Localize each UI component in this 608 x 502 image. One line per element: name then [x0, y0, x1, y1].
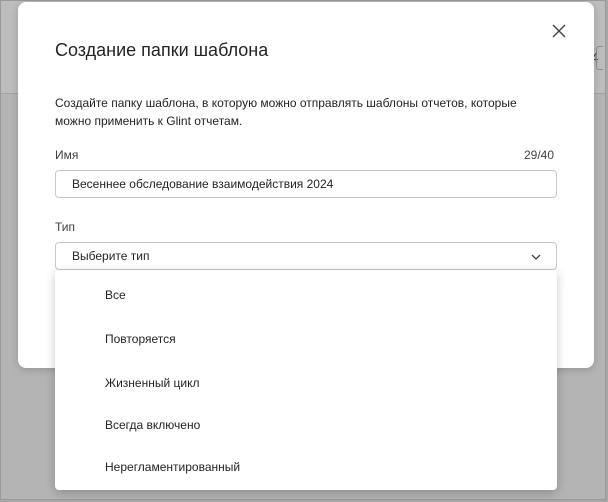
type-select-value: Выберите тип [72, 249, 150, 263]
type-option-all[interactable]: Все [105, 288, 126, 302]
background-button [596, 46, 603, 70]
name-input[interactable]: Весеннее обследование взаимодействия 202… [55, 170, 557, 198]
type-option-lifecycle[interactable]: Жизненный цикл [105, 376, 199, 390]
type-select[interactable]: Выберите тип [55, 242, 557, 270]
type-dropdown-list: Все Повторяется Жизненный цикл Всегда вк… [55, 270, 557, 490]
type-option-ad-hoc[interactable]: Нерегламентированный [105, 460, 240, 474]
type-option-recurring[interactable]: Повторяется [105, 332, 176, 346]
dialog-title: Создание папки шаблона [55, 40, 269, 60]
name-character-counter: 29/40 [524, 148, 555, 162]
name-input-value: Весеннее обследование взаимодействия 202… [72, 177, 334, 191]
dialog-description: Создайте папку шаблона, в которую можно … [55, 96, 517, 128]
type-label: Тип [55, 220, 76, 234]
chevron-down-icon [531, 254, 541, 260]
name-label: Имя [55, 148, 79, 162]
close-button[interactable] [548, 20, 570, 42]
close-icon [552, 24, 566, 38]
type-option-always-on[interactable]: Всегда включено [105, 418, 200, 432]
